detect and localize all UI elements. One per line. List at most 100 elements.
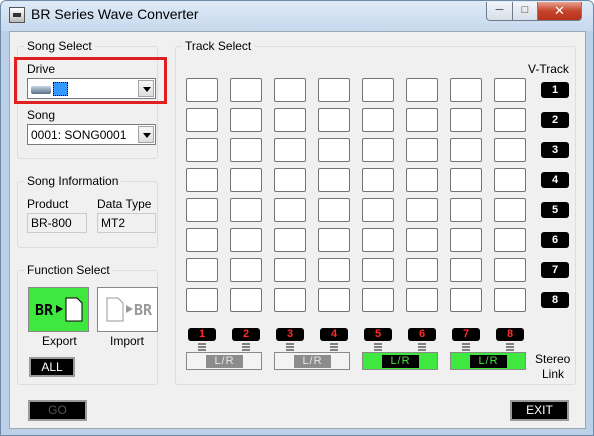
track-cell-v4-t5[interactable]	[362, 168, 394, 192]
chevron-down-icon[interactable]	[138, 126, 154, 143]
track-cell-v3-t2[interactable]	[230, 138, 262, 162]
track-cell-v8-t2[interactable]	[230, 288, 262, 312]
track-cell-v6-t4[interactable]	[318, 228, 350, 252]
track-cell-v1-t8[interactable]	[494, 78, 526, 102]
track-cell-v4-t2[interactable]	[230, 168, 262, 192]
stereo-link-label: L/R	[382, 355, 419, 368]
track-cell-v3-t8[interactable]	[494, 138, 526, 162]
track-cell-v2-t6[interactable]	[406, 108, 438, 132]
import-button[interactable]: BR	[97, 287, 158, 332]
track-number: 8	[496, 328, 524, 341]
all-button[interactable]: ALL	[29, 357, 75, 377]
link-tick	[330, 346, 338, 348]
function-select-group: Function Select BR BR Export Import ALL	[17, 263, 158, 385]
track-cell-v3-t5[interactable]	[362, 138, 394, 162]
track-cell-v4-t1[interactable]	[186, 168, 218, 192]
track-cell-v4-t8[interactable]	[494, 168, 526, 192]
link-tick	[198, 346, 206, 348]
song-select[interactable]: 0001: SONG0001	[27, 124, 156, 145]
app-window: BR Series Wave Converter ─ □ ✕ Song Sele…	[0, 0, 594, 436]
stereo-link-button-7-8[interactable]: L/R	[450, 352, 526, 370]
track-cell-v7-t2[interactable]	[230, 258, 262, 282]
track-select-group: Track Select V-Track 1 2 3 4 5 6 7 8 1 2 3 4 5 6 7 8 L/R…	[175, 39, 576, 385]
song-value: 0001: SONG0001	[31, 128, 127, 142]
track-cell-v2-t5[interactable]	[362, 108, 394, 132]
stereo-link-button-3-4[interactable]: L/R	[274, 352, 350, 370]
svg-text:BR: BR	[134, 301, 153, 319]
stereo-link-label-1: Stereo	[535, 352, 571, 366]
track-cell-v4-t6[interactable]	[406, 168, 438, 192]
track-cell-v5-t2[interactable]	[230, 198, 262, 222]
track-cell-v5-t7[interactable]	[450, 198, 482, 222]
track-cell-v8-t1[interactable]	[186, 288, 218, 312]
stereo-link-label: L/R	[470, 355, 507, 368]
track-cell-v2-t4[interactable]	[318, 108, 350, 132]
track-number: 1	[188, 328, 216, 341]
track-cell-v6-t6[interactable]	[406, 228, 438, 252]
vtrack-number: 4	[541, 172, 569, 188]
track-cell-v2-t1[interactable]	[186, 108, 218, 132]
track-cell-v4-t7[interactable]	[450, 168, 482, 192]
track-cell-v7-t4[interactable]	[318, 258, 350, 282]
track-cell-v7-t7[interactable]	[450, 258, 482, 282]
track-cell-v5-t5[interactable]	[362, 198, 394, 222]
track-cell-v2-t8[interactable]	[494, 108, 526, 132]
track-cell-v3-t4[interactable]	[318, 138, 350, 162]
track-cell-v7-t5[interactable]	[362, 258, 394, 282]
track-cell-v8-t7[interactable]	[450, 288, 482, 312]
track-cell-v7-t3[interactable]	[274, 258, 306, 282]
track-cell-v7-t8[interactable]	[494, 258, 526, 282]
link-tick	[330, 349, 338, 351]
track-cell-v1-t3[interactable]	[274, 78, 306, 102]
track-cell-v6-t1[interactable]	[186, 228, 218, 252]
track-cell-v5-t6[interactable]	[406, 198, 438, 222]
title-bar[interactable]: BR Series Wave Converter ─ □ ✕	[1, 1, 593, 29]
track-cell-v5-t8[interactable]	[494, 198, 526, 222]
link-tick	[242, 343, 250, 345]
link-tick	[286, 349, 294, 351]
track-cell-v6-t2[interactable]	[230, 228, 262, 252]
track-cell-v8-t5[interactable]	[362, 288, 394, 312]
track-cell-v3-t3[interactable]	[274, 138, 306, 162]
export-icon: BR	[35, 297, 83, 322]
track-cell-v1-t5[interactable]	[362, 78, 394, 102]
track-cell-v1-t2[interactable]	[230, 78, 262, 102]
track-cell-v8-t3[interactable]	[274, 288, 306, 312]
track-cell-v6-t7[interactable]	[450, 228, 482, 252]
track-cell-v8-t6[interactable]	[406, 288, 438, 312]
export-button[interactable]: BR	[28, 287, 89, 332]
maximize-button[interactable]: □	[512, 2, 538, 21]
go-button[interactable]: GO	[28, 400, 87, 421]
track-cell-v4-t3[interactable]	[274, 168, 306, 192]
track-cell-v8-t4[interactable]	[318, 288, 350, 312]
track-number: 4	[320, 328, 348, 341]
track-cell-v2-t7[interactable]	[450, 108, 482, 132]
track-cell-v2-t2[interactable]	[230, 108, 262, 132]
track-cell-v6-t8[interactable]	[494, 228, 526, 252]
track-cell-v7-t1[interactable]	[186, 258, 218, 282]
vtrack-number: 3	[541, 142, 569, 158]
close-button[interactable]: ✕	[537, 2, 582, 21]
track-cell-v5-t3[interactable]	[274, 198, 306, 222]
stereo-link-button-5-6[interactable]: L/R	[362, 352, 438, 370]
track-cell-v2-t3[interactable]	[274, 108, 306, 132]
track-cell-v3-t6[interactable]	[406, 138, 438, 162]
link-tick	[198, 343, 206, 345]
track-cell-v3-t7[interactable]	[450, 138, 482, 162]
track-number: 2	[232, 328, 260, 341]
track-cell-v1-t1[interactable]	[186, 78, 218, 102]
minimize-button[interactable]: ─	[486, 2, 513, 21]
stereo-link-button-1-2[interactable]: L/R	[186, 352, 262, 370]
track-cell-v5-t4[interactable]	[318, 198, 350, 222]
exit-button[interactable]: EXIT	[510, 400, 569, 421]
track-cell-v1-t6[interactable]	[406, 78, 438, 102]
track-cell-v1-t7[interactable]	[450, 78, 482, 102]
track-cell-v4-t4[interactable]	[318, 168, 350, 192]
track-cell-v8-t8[interactable]	[494, 288, 526, 312]
track-cell-v5-t1[interactable]	[186, 198, 218, 222]
track-cell-v6-t3[interactable]	[274, 228, 306, 252]
track-cell-v7-t6[interactable]	[406, 258, 438, 282]
track-cell-v3-t1[interactable]	[186, 138, 218, 162]
track-cell-v6-t5[interactable]	[362, 228, 394, 252]
track-cell-v1-t4[interactable]	[318, 78, 350, 102]
